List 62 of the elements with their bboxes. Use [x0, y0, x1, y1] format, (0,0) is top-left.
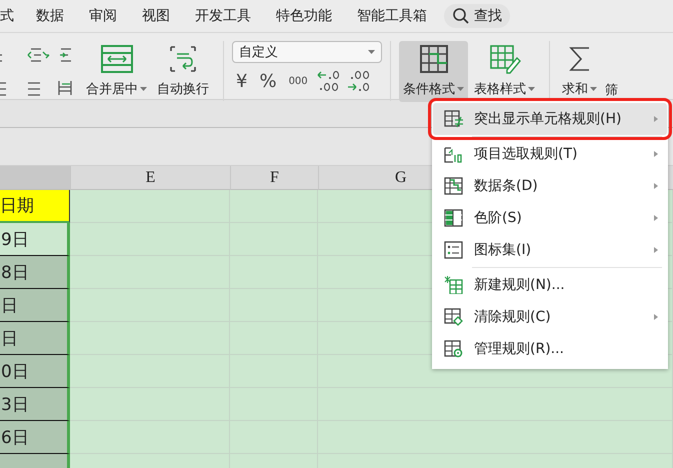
- menu-item[interactable]: 数据条(D): [433, 170, 667, 202]
- submenu-arrow-icon: [653, 246, 659, 254]
- conditional-format-button[interactable]: 条件格式: [399, 41, 468, 102]
- ribbon-tab[interactable]: 审阅: [89, 7, 117, 25]
- ribbon-tab[interactable]: 特色功能: [276, 7, 332, 25]
- caret-icon: [457, 87, 464, 91]
- ribbon-tab[interactable]: 式: [0, 7, 14, 25]
- wrap-text-icon: [168, 44, 198, 74]
- percent-button[interactable]: %: [255, 70, 281, 92]
- ribbon-tab[interactable]: 开发工具: [195, 7, 251, 25]
- data-bars-icon: [444, 177, 464, 195]
- ribbon-tab[interactable]: 视图: [142, 7, 170, 25]
- caret-icon: [368, 50, 375, 54]
- submenu-arrow-icon: [653, 115, 659, 123]
- menu-item[interactable]: 管理规则(R)...: [433, 333, 667, 365]
- table-not-equal-icon: [444, 110, 464, 128]
- table-cell: 6日: [0, 421, 70, 454]
- menu-item[interactable]: 色阶(S): [433, 202, 667, 234]
- submenu-arrow-icon: [653, 150, 659, 158]
- caret-icon: [528, 87, 535, 91]
- menu-item[interactable]: 新建规则(N)...: [433, 269, 667, 301]
- caret-icon: [140, 87, 147, 91]
- decrease-decimal-icon[interactable]: [346, 69, 372, 93]
- list-icon: [444, 241, 464, 259]
- table-ten-icon: [444, 145, 464, 163]
- table-cell: 3日: [0, 388, 70, 421]
- table-eraser-icon: [444, 308, 464, 326]
- wrap-text-button[interactable]: 自动换行: [153, 41, 213, 102]
- merge-cells-icon: [100, 44, 134, 74]
- ribbon-tab[interactable]: 智能工具箱: [357, 7, 427, 25]
- color-scale-icon: [444, 209, 464, 227]
- table-cell: 日: [0, 322, 70, 355]
- table-cell: 日期: [0, 190, 70, 223]
- submenu-arrow-icon: [653, 313, 659, 321]
- ribbon-label: 筛: [605, 82, 618, 99]
- table-cell: 日: [0, 289, 70, 322]
- merge-center-button[interactable]: 合并居中: [82, 41, 151, 102]
- table-cell: 0日: [0, 355, 70, 388]
- ribbon-tab[interactable]: 数据: [36, 7, 64, 25]
- column-header[interactable]: F: [230, 166, 318, 190]
- table-cell: 8日: [0, 256, 70, 289]
- caret-icon: [590, 87, 597, 91]
- menu-item[interactable]: 图标集(I): [433, 234, 667, 266]
- menu-item[interactable]: 项目选取规则(T): [433, 138, 667, 170]
- increase-decimal-icon[interactable]: [316, 69, 342, 93]
- submenu-arrow-icon: [653, 182, 659, 190]
- table-grid-icon: [418, 44, 448, 74]
- search-button[interactable]: 查找: [444, 4, 510, 28]
- table-gear-icon: [444, 340, 464, 358]
- table-brush-icon: [488, 44, 520, 74]
- sum-button[interactable]: 求和: [558, 41, 601, 102]
- search-icon: [452, 7, 470, 25]
- menu-item[interactable]: 清除规则(C): [433, 301, 667, 333]
- menu-item[interactable]: 突出显示单元格规则(H): [433, 103, 667, 135]
- column-header[interactable]: E: [70, 166, 230, 190]
- table-sparkle-icon: [444, 276, 464, 294]
- thousands-button[interactable]: 000: [284, 76, 312, 86]
- number-format-dropdown[interactable]: 自定义: [232, 41, 382, 63]
- table-cell: 9日: [0, 223, 70, 256]
- currency-button[interactable]: ¥: [232, 70, 252, 92]
- submenu-arrow-icon: [653, 214, 659, 222]
- table-style-button[interactable]: 表格样式: [470, 41, 539, 102]
